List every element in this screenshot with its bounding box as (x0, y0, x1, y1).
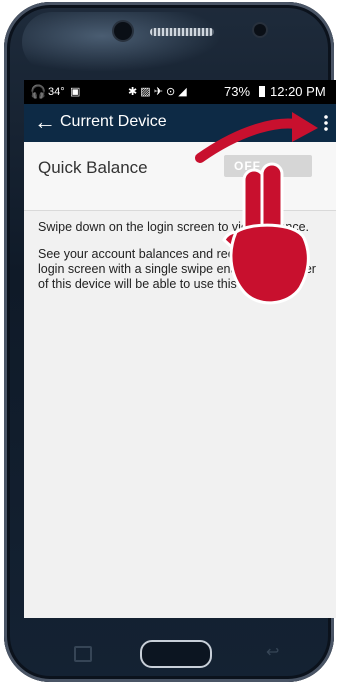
app-bar: ← Current Device (24, 104, 336, 142)
image-notification-icon: ▣ (70, 86, 81, 98)
back-key-icon[interactable]: ↩ (266, 642, 279, 662)
recent-apps-icon[interactable] (74, 646, 92, 662)
phone-glare (22, 12, 222, 72)
info-text: Swipe down on the login screen to view B… (38, 220, 328, 304)
page-title: Current Device (60, 113, 167, 130)
info-paragraph-2: See your account balances and recent fro… (38, 247, 316, 291)
battery-icon (259, 86, 265, 97)
overflow-menu-icon[interactable] (324, 114, 328, 132)
front-camera-icon (254, 24, 266, 36)
battery-level: 73% (224, 84, 251, 99)
status-icons: ✱ ▨ ✈ ⊙ ◢ (128, 86, 187, 98)
arrow-left-icon[interactable]: ← (34, 110, 56, 134)
quick-balance-row: Quick Balance OFF (24, 142, 336, 211)
clock: 12:20 PM (270, 84, 326, 99)
temperature: 34° (48, 86, 65, 98)
status-bar: 🎧 34° ▣ ✱ ▨ ✈ ⊙ ◢ 73% 12:20 PM (24, 80, 336, 104)
earpiece-speaker (150, 28, 214, 36)
headphones-icon: 🎧 (30, 84, 47, 99)
home-button[interactable] (140, 640, 212, 668)
quick-balance-label: Quick Balance (38, 158, 148, 177)
quick-balance-toggle[interactable]: OFF (224, 155, 312, 177)
device-screen: 🎧 34° ▣ ✱ ▨ ✈ ⊙ ◢ 73% 12:20 PM ← Current… (24, 80, 336, 618)
toggle-state: OFF (234, 159, 261, 173)
info-paragraph-1: Swipe down on the login screen to view B… (38, 220, 309, 234)
front-sensor-icon (114, 22, 132, 40)
